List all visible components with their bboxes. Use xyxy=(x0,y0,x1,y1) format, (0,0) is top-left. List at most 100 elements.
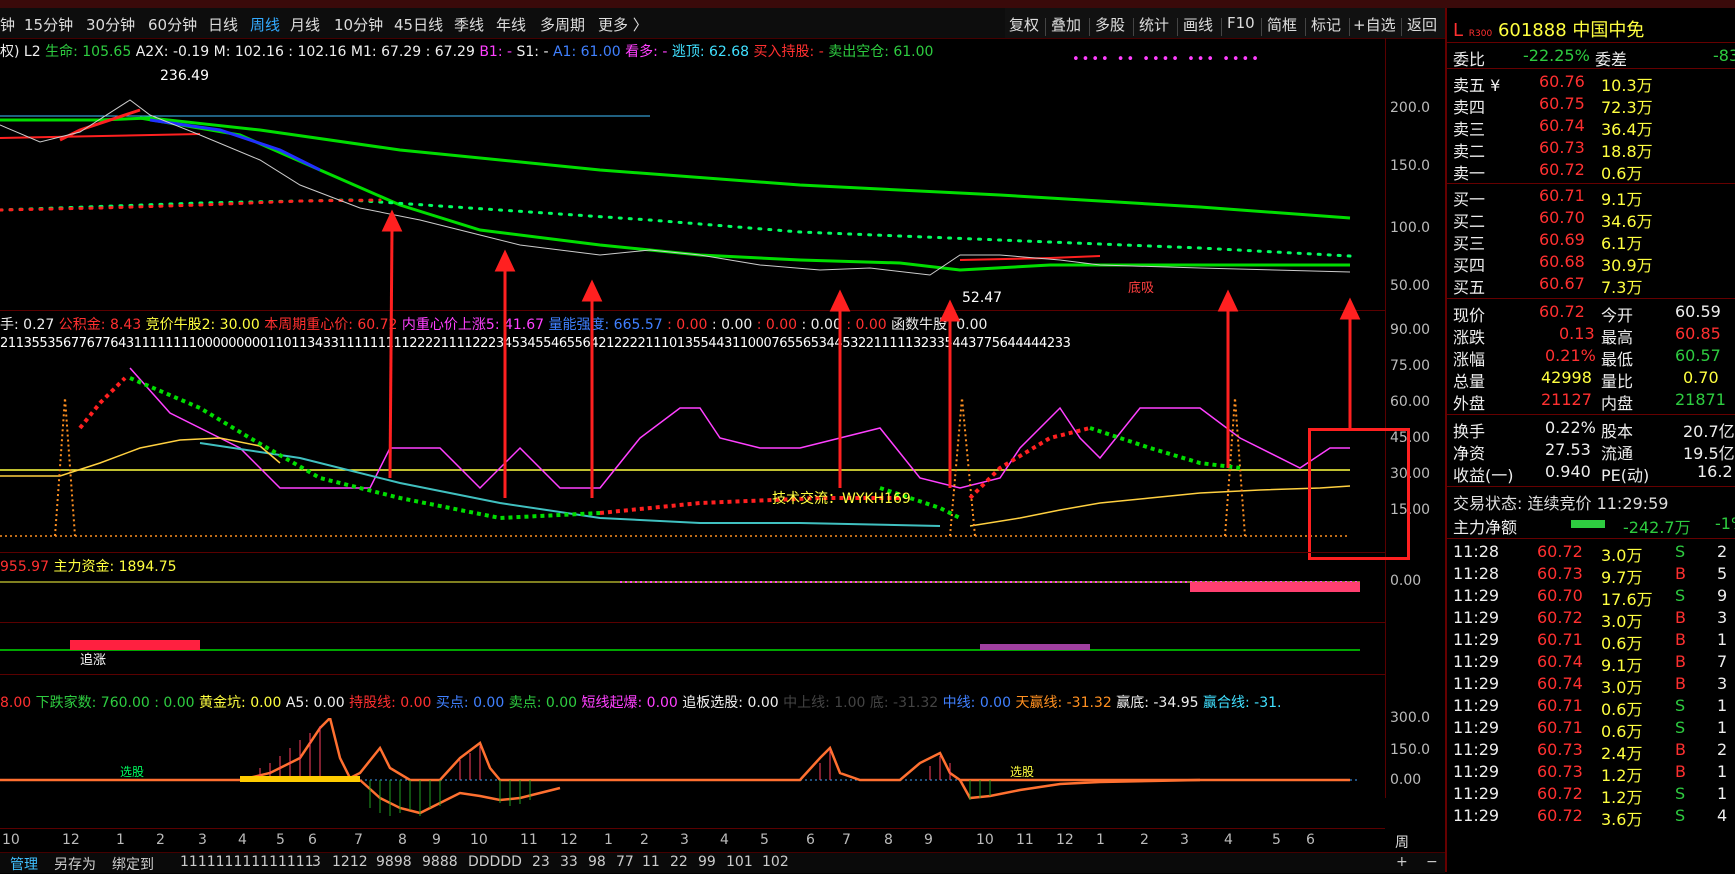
quote-row-volume: 总量 42998 量比 0.70 xyxy=(1453,368,1719,391)
ind3-legend: 955.97 主力资金: 1894.75 xyxy=(0,559,177,575)
period-45day[interactable]: 45日线 xyxy=(394,14,443,35)
period-year[interactable]: 年线 xyxy=(496,14,526,35)
tick-row: 11:29 60.72 3.6万 S 4 xyxy=(1453,806,1728,829)
tool-fanhui[interactable]: 返回 xyxy=(1407,14,1437,35)
tool-zixuan[interactable]: +自选 xyxy=(1353,14,1396,35)
quote-row-price: 现价 60.72 今开 60.59 xyxy=(1453,302,1721,325)
main-axis-50: 50.00 xyxy=(1390,278,1431,294)
ind4-label: 追涨 xyxy=(80,652,106,668)
tick-row: 11:29 60.73 1.2万 B 1 xyxy=(1453,762,1728,785)
quote-row-outer: 外盘 21127 内盘 21871 xyxy=(1453,390,1726,413)
main-legend: 权) L2 生命: 105.65 A2X: -0.19 M: 102.16 : … xyxy=(0,44,934,60)
bid-5-row[interactable]: 买五 60.67 7.3万 xyxy=(1453,274,1642,297)
main-axis-100: 100.0 xyxy=(1390,220,1431,236)
ask-4-row[interactable]: 卖四 60.75 72.3万 xyxy=(1453,94,1653,117)
ask-2-row[interactable]: 卖二 60.73 18.8万 xyxy=(1453,138,1653,161)
period-15min[interactable]: 15分钟 xyxy=(24,14,73,35)
ask-1-row[interactable]: 卖一 60.72 0.6万 xyxy=(1453,160,1642,183)
net-flow-bar xyxy=(1571,520,1605,528)
period-30min[interactable]: 30分钟 xyxy=(86,14,135,35)
period-multi[interactable]: 多周期 xyxy=(540,14,585,35)
zoom-out-button[interactable]: − xyxy=(1426,854,1438,870)
period-more[interactable]: 更多 〉 xyxy=(598,14,648,35)
tool-tongji[interactable]: 统计 xyxy=(1139,14,1169,35)
ind4-chart: 追涨 xyxy=(0,640,1360,668)
signal-dots: •••• •• •••• ••• •••• xyxy=(1072,52,1261,67)
tick-row: 11:29 60.73 2.4万 B 2 xyxy=(1453,740,1728,763)
chart-area[interactable]: 权) L2 生命: 105.65 A2X: -0.19 M: 102.16 : … xyxy=(0,38,1445,871)
tool-diejia[interactable]: 叠加 xyxy=(1051,14,1081,35)
period-day[interactable]: 日线 xyxy=(208,14,238,35)
period-month[interactable]: 月线 xyxy=(290,14,320,35)
ask-3-row[interactable]: 卖三 60.74 36.4万 xyxy=(1453,116,1653,139)
tab-manage[interactable]: 管理 xyxy=(10,854,38,874)
tab-template-6[interactable]: DDDDD xyxy=(468,854,522,870)
tab-template-1[interactable]: 111111111111111 xyxy=(180,854,314,870)
tab-template-11[interactable]: 11 xyxy=(642,854,660,870)
trade-state: 交易状态: 连续竞价 11:29:59 xyxy=(1453,494,1669,513)
ind3-axis-0: 0.00 xyxy=(1390,573,1422,589)
period-week[interactable]: 周线 xyxy=(250,14,280,35)
ind5-mark-1: 选股 xyxy=(120,765,144,779)
tool-huaxian[interactable]: 画线 xyxy=(1183,14,1213,35)
period-partial[interactable]: 钟 xyxy=(0,14,15,35)
tab-template-8[interactable]: 33 xyxy=(560,854,578,870)
bid-1-row[interactable]: 买一 60.71 9.1万 xyxy=(1453,186,1642,209)
tab-save-as[interactable]: 另存为 xyxy=(54,854,96,874)
highlight-box xyxy=(1308,428,1410,560)
bid-3-row[interactable]: 买三 60.69 6.1万 xyxy=(1453,230,1642,253)
period-quarter[interactable]: 季线 xyxy=(454,14,484,35)
period-10day[interactable]: 10分钟 xyxy=(334,14,383,35)
main-axis-150: 150.0 xyxy=(1390,158,1431,174)
ind5-axis-0: 0.00 xyxy=(1390,772,1422,788)
tick-row: 11:29 60.74 9.1万 B 7 xyxy=(1453,652,1728,675)
quote-panel: L R300 601888 中国中免 委比 -22.25% 委差 -83 卖五 … xyxy=(1445,8,1735,872)
tab-bind-to[interactable]: 绑定到 xyxy=(112,854,154,874)
tab-template-12[interactable]: 22 xyxy=(670,854,688,870)
quote-row-pct: 涨幅 0.21% 最低 60.57 xyxy=(1453,346,1721,369)
ind5-axis-150: 150.0 xyxy=(1390,742,1431,758)
tick-row: 11:29 60.71 0.6万 S 1 xyxy=(1453,718,1728,741)
zoom-in-button[interactable]: + xyxy=(1396,854,1408,870)
price-high-mark: 236.49 xyxy=(160,68,209,84)
tab-template-14[interactable]: 101 xyxy=(726,854,753,870)
tab-template-9[interactable]: 98 xyxy=(588,854,606,870)
pane-divider-2 xyxy=(0,552,1385,553)
ask-5-row[interactable]: 卖五 ¥60.76 10.3万 xyxy=(1453,72,1653,95)
tab-template-10[interactable]: 77 xyxy=(616,854,634,870)
x-axis-divider xyxy=(0,828,1385,829)
tab-template-3[interactable]: 1212 xyxy=(332,854,368,870)
tick-row: 11:29 60.71 0.6万 S 1 xyxy=(1453,696,1728,719)
top-menu-strip xyxy=(0,0,1735,8)
x-axis: 10 12 1 2 3 4 5 6 7 8 9 10 11 12 1 2 3 4… xyxy=(0,832,1409,871)
tick-row: 11:29 60.74 3.0万 B 3 xyxy=(1453,674,1728,697)
tool-duogu[interactable]: 多股 xyxy=(1095,14,1125,35)
tool-f10[interactable]: F10 xyxy=(1227,14,1255,32)
ind2-axis-60: 60.00 xyxy=(1390,394,1431,410)
bid-2-row[interactable]: 买二 60.70 34.6万 xyxy=(1453,208,1653,231)
tick-row: 11:28 60.73 9.7万 B 5 xyxy=(1453,564,1728,587)
ind5-mark-2: 选股 xyxy=(1010,765,1034,779)
tab-template-5[interactable]: 9888 xyxy=(422,854,458,870)
weibi-row: 委比 -22.25% 委差 -83 xyxy=(1453,46,1735,69)
bid-4-row[interactable]: 买四 60.68 30.9万 xyxy=(1453,252,1653,275)
signal-arrows xyxy=(381,209,1361,498)
period-60min[interactable]: 60分钟 xyxy=(148,14,197,35)
stock-name: 中国中免 xyxy=(1572,20,1645,41)
ind2-axis-75: 75.00 xyxy=(1390,358,1431,374)
ind5-chart: 选股 选股 xyxy=(0,718,1360,816)
ind5-axis-300: 300.0 xyxy=(1390,710,1431,726)
tab-template-7[interactable]: 23 xyxy=(532,854,550,870)
tool-jiankuang[interactable]: 简框 xyxy=(1267,14,1297,35)
tab-template-13[interactable]: 99 xyxy=(698,854,716,870)
tab-template-4[interactable]: 9898 xyxy=(376,854,412,870)
tool-biaoji[interactable]: 标记 xyxy=(1311,14,1341,35)
tick-row: 11:29 60.70 17.6万 S 9 xyxy=(1453,586,1728,609)
fund-row-netasset: 净资 27.53 流通 19.5亿 xyxy=(1453,440,1735,463)
ind3-chart xyxy=(0,581,1360,592)
tab-template-15[interactable]: 102 xyxy=(762,854,789,870)
tool-fuquan[interactable]: 复权 xyxy=(1009,14,1039,35)
ind2-axis-90: 90.00 xyxy=(1390,322,1431,338)
tab-template-2[interactable]: 3 xyxy=(312,854,321,870)
quote-row-change: 涨跌 0.13 最高 60.85 xyxy=(1453,324,1721,347)
